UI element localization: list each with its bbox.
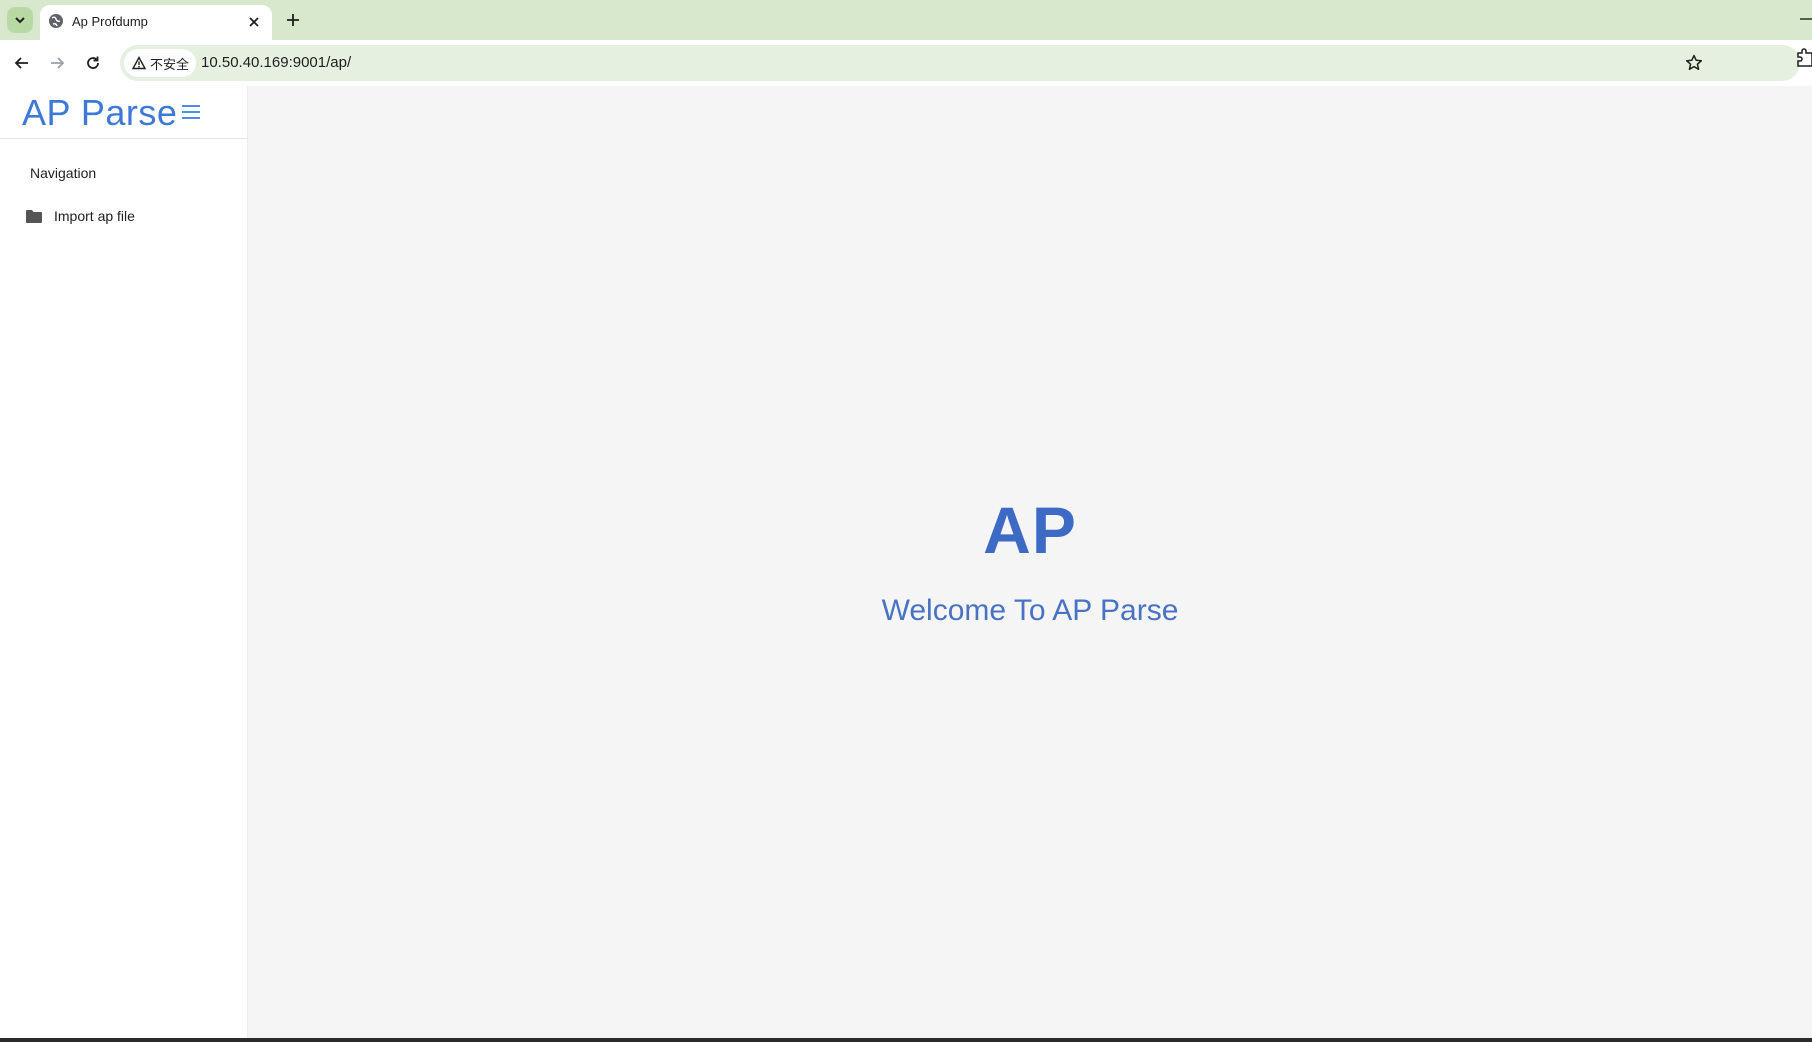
globe-icon — [49, 14, 63, 28]
browser-tab[interactable]: Ap Profdump — [40, 5, 272, 40]
welcome-heading: Welcome To AP Parse — [881, 594, 1179, 627]
browser-toolbar: 不安全 10.50.40.169:9001/ap/ — [0, 40, 1812, 86]
forward-button[interactable] — [45, 51, 69, 75]
security-label: 不安全 — [150, 57, 190, 73]
sidebar-item-label: Import ap file — [54, 208, 135, 224]
reload-button[interactable] — [81, 51, 105, 75]
address-bar[interactable]: 不安全 10.50.40.169:9001/ap/ — [120, 45, 1800, 81]
bottom-border — [0, 1038, 1812, 1042]
nav-heading: Navigation — [30, 165, 97, 181]
brand-bar: AP Parse — [0, 86, 248, 139]
tab-title: Ap Profdump — [72, 14, 148, 29]
arrow-left-icon — [14, 57, 28, 69]
star-icon[interactable] — [1684, 53, 1704, 73]
brand-title[interactable]: AP Parse — [22, 92, 177, 134]
chevron-down-icon — [15, 17, 25, 24]
folder-icon — [26, 210, 42, 223]
tab-search-button[interactable] — [7, 7, 33, 33]
sidebar-item-import-ap-file[interactable]: Import ap file — [0, 198, 248, 234]
menu-icon[interactable] — [180, 102, 202, 122]
minimize-icon[interactable] — [1798, 12, 1812, 26]
security-chip[interactable]: 不安全 — [124, 49, 196, 77]
warning-icon — [132, 56, 146, 70]
close-icon[interactable] — [246, 14, 262, 30]
sidebar: AP Parse Navigation Import ap file — [0, 86, 248, 1038]
page: AP Parse Navigation Import ap file AP We… — [0, 86, 1812, 1038]
arrow-right-icon — [51, 57, 65, 69]
new-tab-icon[interactable] — [283, 10, 303, 30]
extensions-icon[interactable] — [1794, 48, 1812, 68]
browser-tab-strip: Ap Profdump — [0, 0, 1812, 40]
main-content: AP Welcome To AP Parse — [248, 86, 1812, 1038]
url-text[interactable]: 10.50.40.169:9001/ap/ — [201, 54, 351, 71]
hero-logo: AP — [983, 493, 1077, 567]
back-button[interactable] — [10, 51, 34, 75]
reload-icon — [87, 56, 99, 69]
